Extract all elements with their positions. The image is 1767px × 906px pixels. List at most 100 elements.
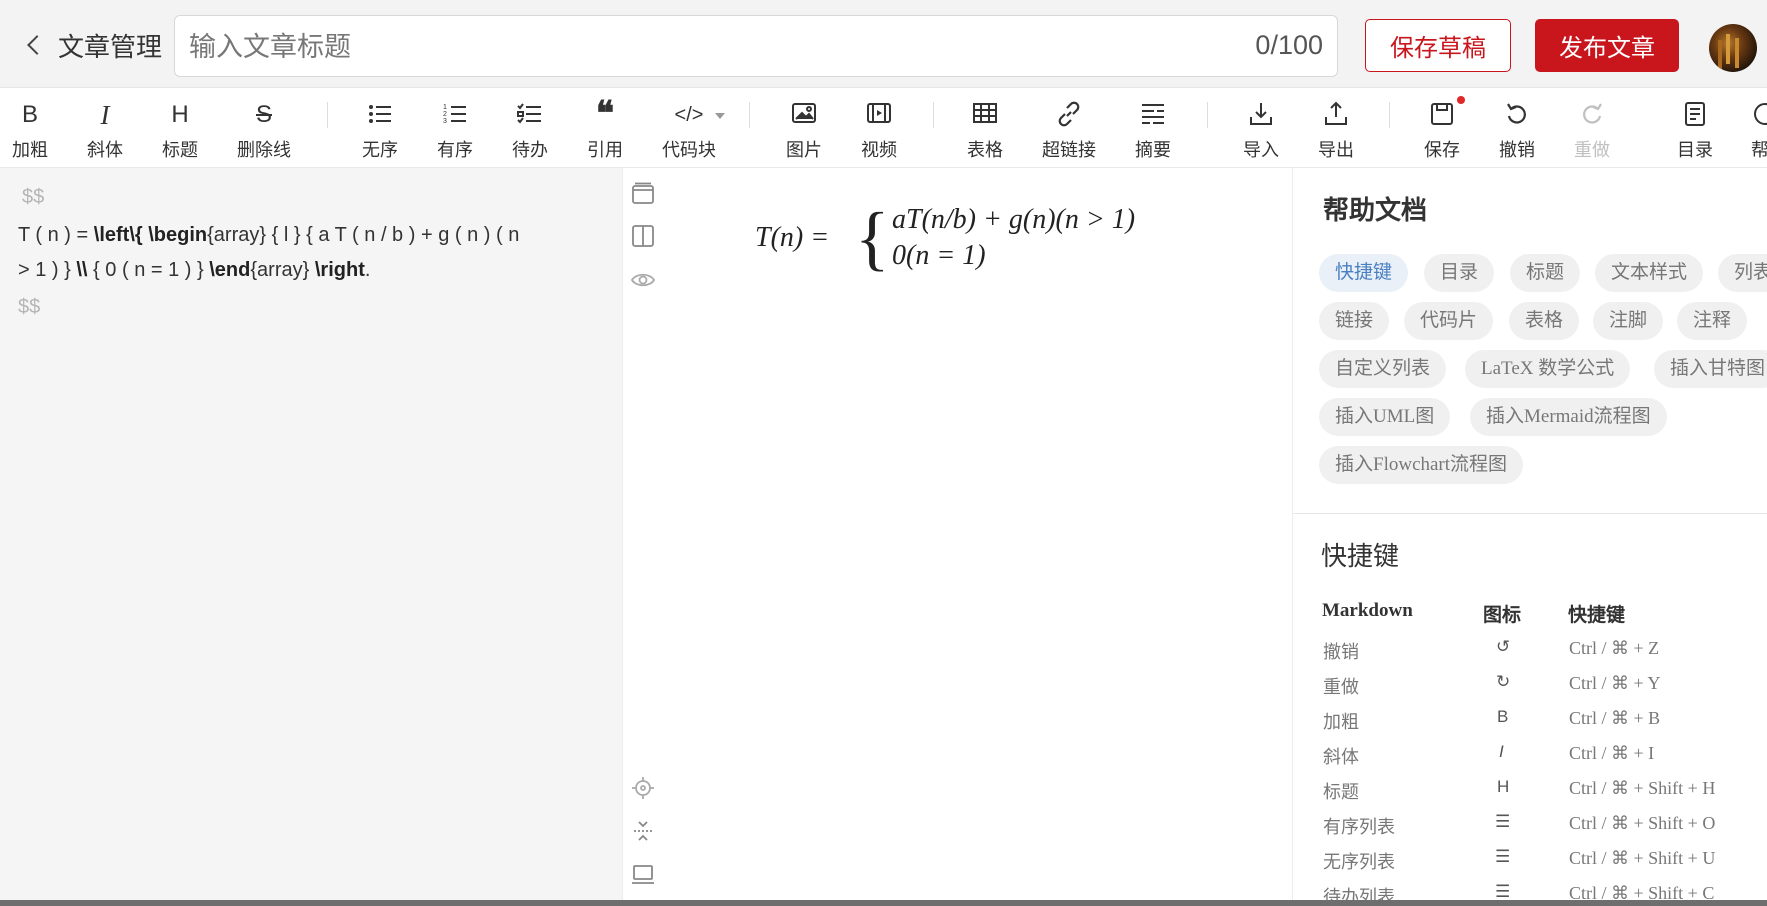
video-button[interactable]: 视频 <box>844 88 914 168</box>
shortcut-name: 有序列表 <box>1323 817 1395 837</box>
title-input[interactable] <box>187 26 1191 68</box>
view-toggle-bar <box>623 168 663 900</box>
summary-icon <box>1140 101 1166 129</box>
toc-icon <box>1683 101 1707 129</box>
chevron-left-icon <box>27 35 47 55</box>
todo-list-button[interactable]: 待办 <box>495 88 565 168</box>
top-bar: 文章管理 0/100 保存草稿 发布文章 <box>0 0 1767 88</box>
window-bottom-edge <box>0 900 1767 906</box>
help-tag[interactable]: 目录 <box>1424 254 1495 292</box>
preview-only-eye-icon[interactable] <box>631 268 655 292</box>
help-tag[interactable]: 插入甘特图 <box>1654 350 1767 388</box>
italic-icon: I <box>100 100 110 130</box>
help-tag[interactable]: 链接 <box>1319 302 1390 340</box>
heading-icon: H <box>1497 777 1510 796</box>
sync-scroll-target-icon[interactable] <box>631 776 655 800</box>
table-button[interactable]: 表格 <box>950 88 1020 168</box>
help-tag[interactable]: 注释 <box>1677 302 1748 340</box>
italic-button[interactable]: I 斜体 <box>70 88 140 168</box>
undo-label: 撤销 <box>1499 140 1535 160</box>
heading-button[interactable]: H 标题 <box>145 88 215 168</box>
unordered-list-icon: ☰ <box>1495 847 1511 866</box>
help-tag[interactable]: 快捷键 <box>1319 254 1409 292</box>
quote-icon: ❝ <box>595 96 615 133</box>
link-button[interactable]: 超链接 <box>1034 88 1104 168</box>
formula-case-1: aT(n/b) + g(n)(n > 1) <box>892 204 1136 235</box>
import-button[interactable]: 导入 <box>1226 88 1296 168</box>
export-label: 导出 <box>1318 140 1354 160</box>
bold-button[interactable]: B 加粗 <box>0 88 65 168</box>
shortcut-keys: Ctrl / ⌘ + Shift + C <box>1569 883 1715 900</box>
shortcut-name: 重做 <box>1323 677 1359 697</box>
toolbar-divider <box>1207 102 1208 128</box>
todo-list-icon: ☰ <box>1495 882 1511 900</box>
back-label: 文章管理 <box>58 31 163 62</box>
fullscreen-icon[interactable] <box>631 819 655 843</box>
code-icon: </> <box>674 104 704 126</box>
toolbar-divider <box>749 102 750 128</box>
image-button[interactable]: 图片 <box>769 88 839 168</box>
bold-label: 加粗 <box>12 140 48 160</box>
toc-button[interactable]: 目录 <box>1660 88 1730 168</box>
back-button[interactable]: 文章管理 <box>22 26 162 64</box>
quote-button[interactable]: ❝ 引用 <box>570 88 640 168</box>
help-tag[interactable]: 列表 <box>1718 254 1767 292</box>
table-label: 表格 <box>967 140 1003 160</box>
title-input-box[interactable]: 0/100 <box>174 15 1338 77</box>
link-label: 超链接 <box>1042 140 1096 160</box>
formula-brace: { <box>855 198 890 278</box>
save-icon <box>1429 101 1455 129</box>
markdown-editor[interactable]: $$ T ( n ) = \left\{ \begin{array} { l }… <box>0 168 623 900</box>
redo-button[interactable]: 重做 <box>1557 88 1627 168</box>
save-button[interactable]: 保存 <box>1407 88 1477 168</box>
title-counter: 0/100 <box>1255 30 1323 60</box>
heading-icon: H <box>171 101 189 128</box>
strikethrough-icon: S <box>255 101 273 128</box>
help-tag[interactable]: 插入Flowchart流程图 <box>1319 446 1524 484</box>
todo-list-icon <box>517 101 543 129</box>
toolbar-divider <box>933 102 934 128</box>
codeblock-button[interactable]: </> 代码块 <box>654 88 725 168</box>
help-tag[interactable]: 代码片 <box>1404 302 1494 340</box>
split-view-icon[interactable] <box>631 224 655 248</box>
undo-icon <box>1504 101 1530 129</box>
summary-button[interactable]: 摘要 <box>1118 88 1188 168</box>
editor-toolbar: B 加粗 I 斜体 H 标题 S 删除线 无序 123 有序 待办 ❝ 引用 <… <box>0 88 1767 168</box>
code-line-3: > 1 ) } \\ { 0 ( n = 1 ) } \end{array} \… <box>18 259 371 281</box>
shortcut-keys: Ctrl / ⌘ + B <box>1569 708 1661 728</box>
laptop-icon[interactable] <box>631 862 655 886</box>
undo-button[interactable]: 撤销 <box>1482 88 1552 168</box>
help-icon <box>1752 101 1767 129</box>
help-tag[interactable]: LaTeX 数学公式 <box>1465 350 1631 388</box>
help-tag[interactable]: 文本样式 <box>1595 254 1704 292</box>
undo-icon: ↺ <box>1496 637 1511 656</box>
help-tag[interactable]: 表格 <box>1509 302 1580 340</box>
shortcut-name: 斜体 <box>1323 747 1359 767</box>
editor-only-icon[interactable] <box>631 182 655 206</box>
shortcuts-header-markdown: Markdown <box>1322 600 1413 621</box>
formula-case-2: 0(n = 1) <box>892 240 986 271</box>
unordered-list-button[interactable]: 无序 <box>345 88 415 168</box>
summary-label: 摘要 <box>1135 140 1171 160</box>
export-button[interactable]: 导出 <box>1301 88 1371 168</box>
italic-label: 斜体 <box>87 140 123 160</box>
help-tag[interactable]: 标题 <box>1510 254 1581 292</box>
help-tag[interactable]: 插入UML图 <box>1319 398 1451 436</box>
help-button[interactable]: 帮 <box>1727 88 1767 168</box>
unordered-list-icon <box>367 101 393 129</box>
publish-button[interactable]: 发布文章 <box>1535 19 1679 72</box>
unsaved-indicator <box>1457 96 1465 104</box>
code-line-1: $$ <box>22 186 45 208</box>
chevron-down-icon[interactable] <box>715 113 725 119</box>
avatar[interactable] <box>1709 24 1757 72</box>
ordered-list-button[interactable]: 123 有序 <box>420 88 490 168</box>
help-tag[interactable]: 插入Mermaid流程图 <box>1470 398 1667 436</box>
video-icon <box>866 101 892 129</box>
help-tag[interactable]: 注脚 <box>1593 302 1664 340</box>
save-label: 保存 <box>1424 140 1460 160</box>
help-tag[interactable]: 自定义列表 <box>1319 350 1447 388</box>
codeblock-label: 代码块 <box>662 140 716 160</box>
svg-text:3: 3 <box>443 118 447 125</box>
strikethrough-button[interactable]: S 删除线 <box>229 88 299 168</box>
save-draft-button[interactable]: 保存草稿 <box>1365 19 1511 72</box>
